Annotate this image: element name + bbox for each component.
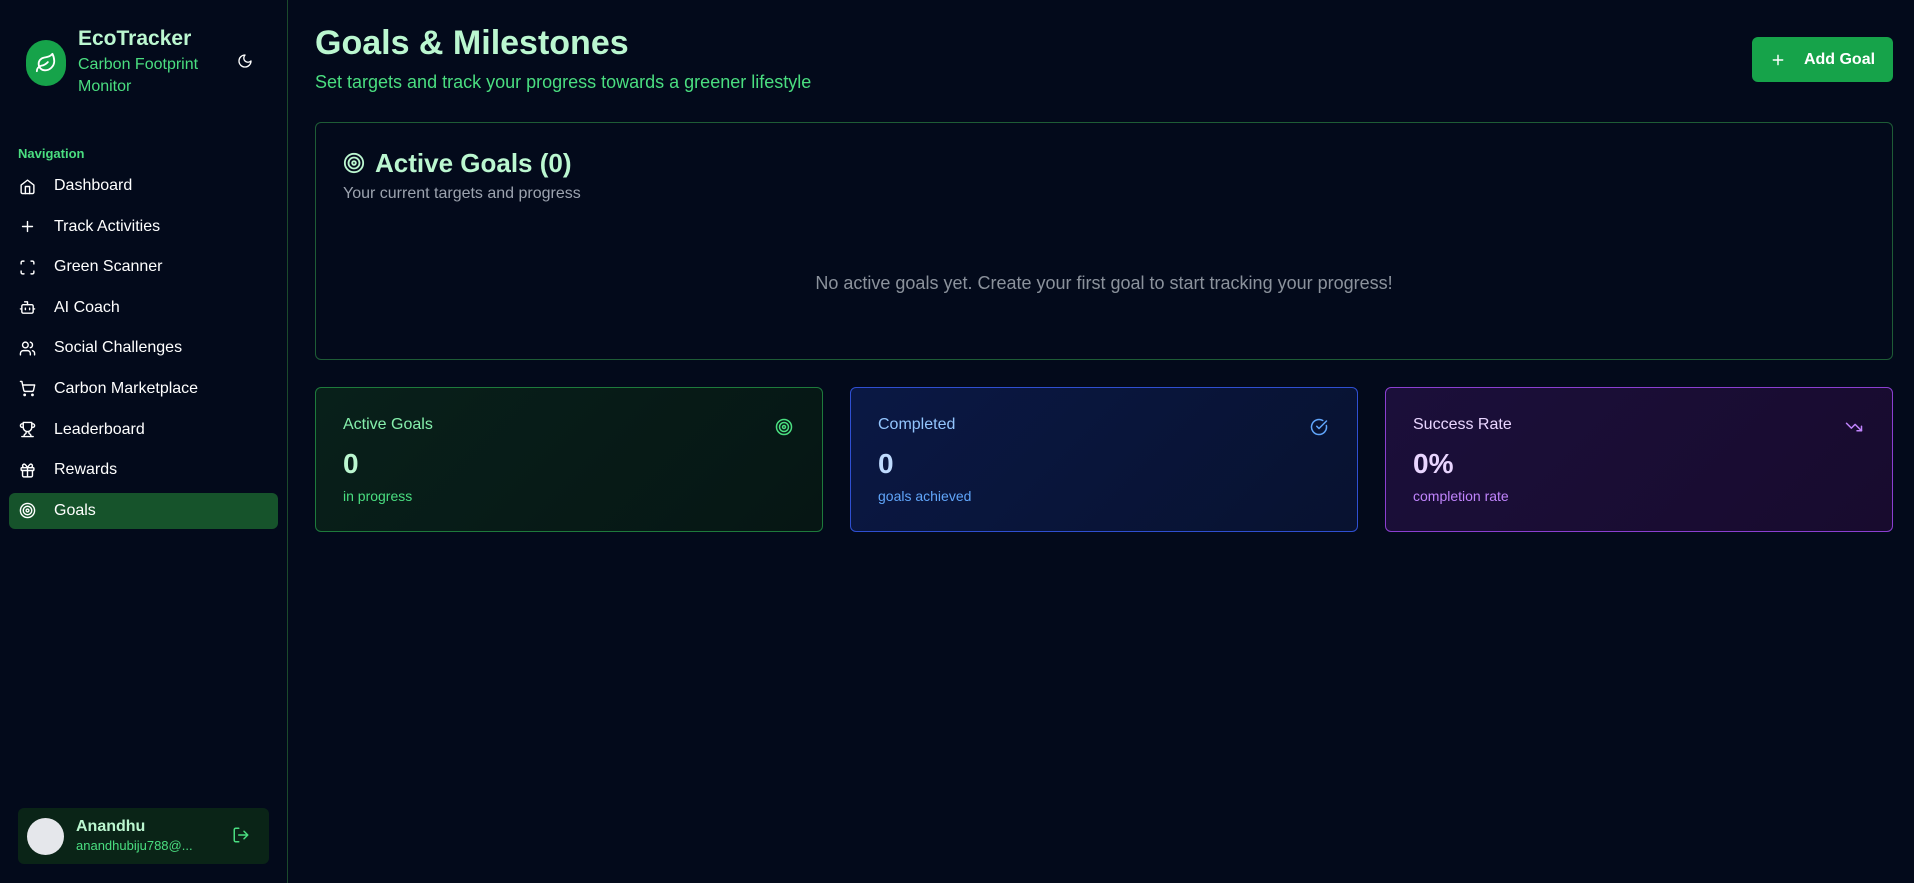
empty-state-message: No active goals yet. Create your first g… (815, 273, 1393, 293)
page-title: Goals & Milestones (315, 24, 629, 62)
app-root: EcoTracker Carbon Footprint Monitor Navi… (0, 0, 1914, 883)
target-icon (343, 152, 365, 174)
cart-icon (18, 380, 36, 398)
stat-caption: goals achieved (878, 488, 972, 504)
stat-card-completed: Completed 0 goals achieved (850, 387, 1358, 532)
sidebar-item-label: Track Activities (54, 217, 161, 235)
sidebar: EcoTracker Carbon Footprint Monitor Navi… (0, 0, 288, 883)
user-email: anandhubiju788@... (76, 838, 193, 853)
check-circle-icon (1310, 418, 1330, 438)
stat-label: Active Goals (343, 416, 433, 433)
moon-icon[interactable] (234, 50, 256, 72)
sidebar-item-social-challenges[interactable]: Social Challenges (9, 330, 278, 366)
stat-value: 0% (1413, 448, 1454, 479)
app-subtitle: Carbon Footprint Monitor (78, 56, 199, 95)
sidebar-item-label: Leaderboard (54, 420, 145, 438)
stat-value: 0 (878, 448, 894, 479)
sidebar-item-label: AI Coach (54, 298, 120, 316)
sidebar-item-label: Carbon Marketplace (54, 379, 199, 397)
sidebar-item-goals[interactable]: Goals (9, 492, 278, 529)
bot-icon (18, 299, 36, 317)
stat-label: Success Rate (1413, 416, 1512, 433)
user-card: Anandhu anandhubiju788@... (18, 808, 269, 864)
panel-title: Active Goals (0) (375, 148, 572, 178)
stat-caption: completion rate (1413, 488, 1509, 504)
logout-icon[interactable] (232, 826, 252, 846)
leaf-icon (26, 40, 66, 86)
avatar[interactable] (27, 817, 64, 855)
stat-label: Completed (878, 416, 956, 433)
stat-card-success-rate: Success Rate 0% completion rate (1385, 387, 1893, 532)
users-icon (18, 339, 36, 357)
sidebar-item-label: Dashboard (54, 177, 133, 194)
user-name: Anandhu (76, 818, 146, 835)
add-goal-button[interactable]: Add Goal (1752, 37, 1893, 82)
sidebar-item-label: Rewards (54, 461, 118, 479)
panel-subtitle: Your current targets and progress (343, 185, 581, 202)
target-icon (18, 502, 36, 520)
gift-icon (18, 461, 36, 479)
sidebar-item-label: Goals (54, 501, 96, 519)
target-icon (775, 418, 795, 438)
sidebar-item-track-activities[interactable]: Track Activities (9, 209, 278, 245)
sidebar-item-green-scanner[interactable]: Green Scanner (9, 249, 278, 285)
add-goal-label: Add Goal (1803, 50, 1876, 68)
app-title: EcoTracker (78, 27, 192, 50)
active-goals-panel: Active Goals (0) Your current targets an… (315, 122, 1893, 360)
nav-section-label: Navigation (18, 146, 85, 161)
scan-icon (18, 258, 36, 276)
sidebar-item-label: Social Challenges (54, 339, 183, 357)
stat-caption: in progress (343, 488, 413, 504)
plus-icon (1770, 52, 1786, 68)
sidebar-item-dashboard[interactable]: Dashboard (9, 168, 278, 204)
sidebar-item-rewards[interactable]: Rewards (9, 452, 278, 488)
stat-value: 0 (343, 448, 359, 479)
trending-down-icon (1845, 418, 1865, 438)
sidebar-item-ai-coach[interactable]: AI Coach (9, 290, 278, 326)
sidebar-nav: Dashboard Track Activities Green Scanner… (0, 168, 287, 529)
home-icon (18, 177, 36, 195)
stat-card-active-goals: Active Goals 0 in progress (315, 387, 823, 532)
sidebar-item-leaderboard[interactable]: Leaderboard (9, 412, 278, 448)
trophy-icon (18, 421, 36, 439)
brand-header: EcoTracker Carbon Footprint Monitor (0, 0, 287, 120)
page-subtitle: Set targets and track your progress towa… (315, 72, 812, 92)
main-content: Goals & Milestones Set targets and track… (288, 0, 1914, 883)
plus-icon (18, 218, 36, 236)
sidebar-item-carbon-marketplace[interactable]: Carbon Marketplace (9, 371, 278, 407)
sidebar-item-label: Green Scanner (54, 258, 163, 276)
